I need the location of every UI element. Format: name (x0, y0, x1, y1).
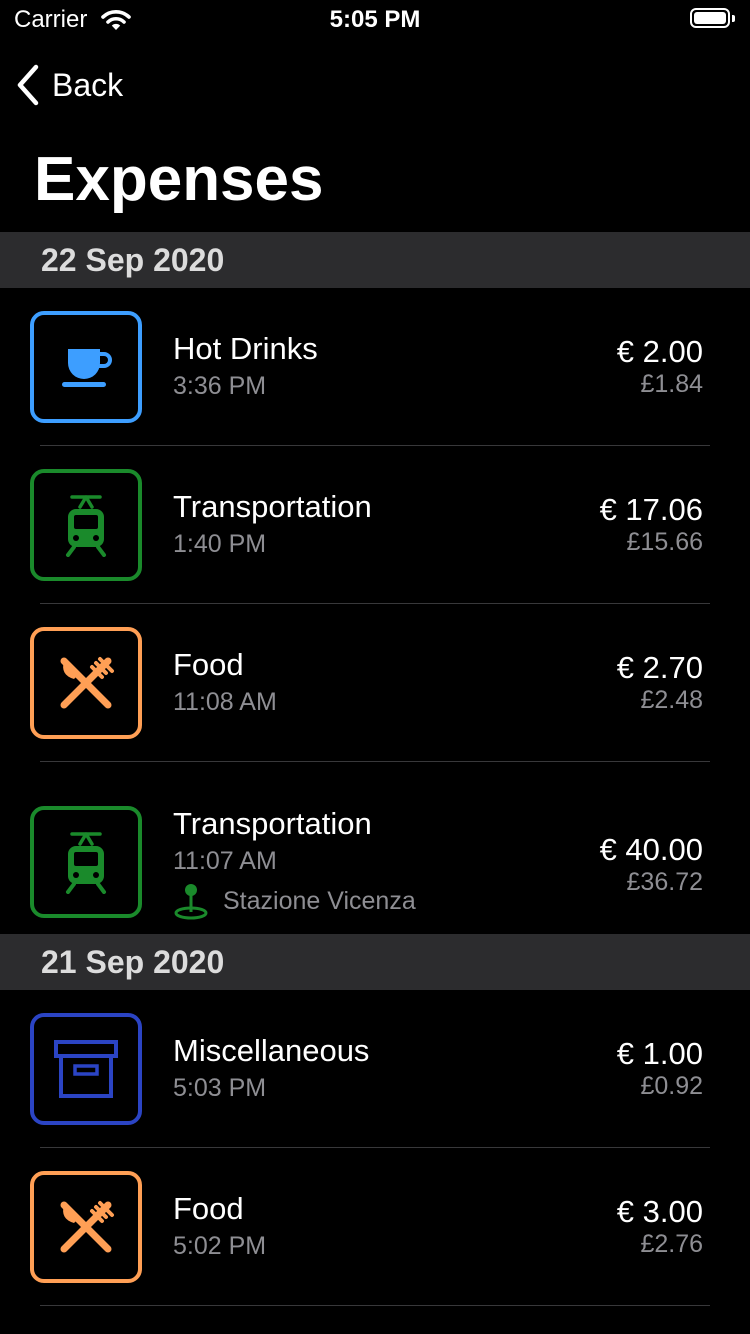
expense-time: 3:36 PM (173, 372, 267, 400)
location-pin-icon (174, 884, 208, 920)
expense-amount: € 40.00 (599, 832, 703, 867)
expense-converted-amount: £2.76 (640, 1230, 703, 1258)
expense-amount: € 3.00 (616, 1194, 703, 1229)
expense-category: Transportation (173, 489, 372, 524)
expense-time: 5:02 PM (173, 1232, 267, 1260)
expense-converted-amount: £1.84 (640, 370, 703, 398)
expense-amount: € 1.00 (616, 1036, 703, 1071)
expense-category: Food (173, 1191, 244, 1226)
section-header: 21 Sep 2020 (0, 934, 750, 990)
expense-amount: € 2.70 (616, 650, 703, 685)
expense-converted-amount: £15.66 (626, 528, 703, 556)
expense-time: 1:40 PM (173, 530, 267, 558)
battery-icon (690, 8, 736, 30)
status-time: 5:05 PM (329, 6, 421, 33)
expense-row[interactable]: Hot Drinks 3:36 PM € 2.00 £1.84 (0, 288, 750, 446)
box-icon (30, 1013, 142, 1125)
expense-category: Miscellaneous (173, 1033, 370, 1068)
back-label: Back (52, 66, 124, 103)
expense-time: 5:03 PM (173, 1074, 267, 1102)
expense-time: 11:08 AM (173, 688, 277, 716)
expense-amount: € 2.00 (616, 334, 703, 369)
fork-knife-icon (30, 627, 142, 739)
expense-list[interactable]: 22 Sep 2020 Hot Drinks 3:36 PM € 2.00 £1… (0, 232, 750, 1306)
expense-time: 11:07 AM (173, 847, 277, 875)
cup-icon (30, 311, 142, 423)
section-header: 22 Sep 2020 (0, 232, 750, 288)
page-title: Expenses (34, 145, 324, 214)
section-date: 21 Sep 2020 (41, 943, 225, 980)
fork-knife-icon (30, 1171, 142, 1283)
expense-amount: € 17.06 (599, 492, 703, 527)
expense-row[interactable]: Food 5:02 PM € 3.00 £2.76 (0, 1148, 750, 1306)
expense-converted-amount: £0.92 (640, 1072, 703, 1100)
back-button[interactable]: Back (16, 62, 123, 108)
train-icon (30, 469, 142, 581)
expense-location: Stazione Vicenza (173, 882, 416, 920)
expense-category: Food (173, 647, 244, 682)
expense-converted-amount: £2.48 (640, 686, 703, 714)
expense-category: Hot Drinks (173, 331, 318, 366)
expense-row[interactable]: Transportation 1:40 PM € 17.06 £15.66 (0, 446, 750, 604)
chevron-left-icon (17, 64, 39, 106)
section-date: 22 Sep 2020 (41, 241, 225, 278)
expense-converted-amount: £36.72 (626, 868, 703, 896)
expense-location-label: Stazione Vicenza (223, 886, 416, 915)
status-bar: Carrier 5:05 PM (0, 0, 750, 40)
expense-row[interactable]: Food 11:08 AM € 2.70 £2.48 (0, 604, 750, 762)
expense-category: Transportation (173, 806, 372, 841)
row-divider (40, 1305, 710, 1306)
expense-row[interactable]: Transportation 11:07 AM Stazione Vicenza… (0, 762, 750, 934)
train-icon (30, 806, 142, 918)
expense-row[interactable]: Miscellaneous 5:03 PM € 1.00 £0.92 (0, 990, 750, 1148)
